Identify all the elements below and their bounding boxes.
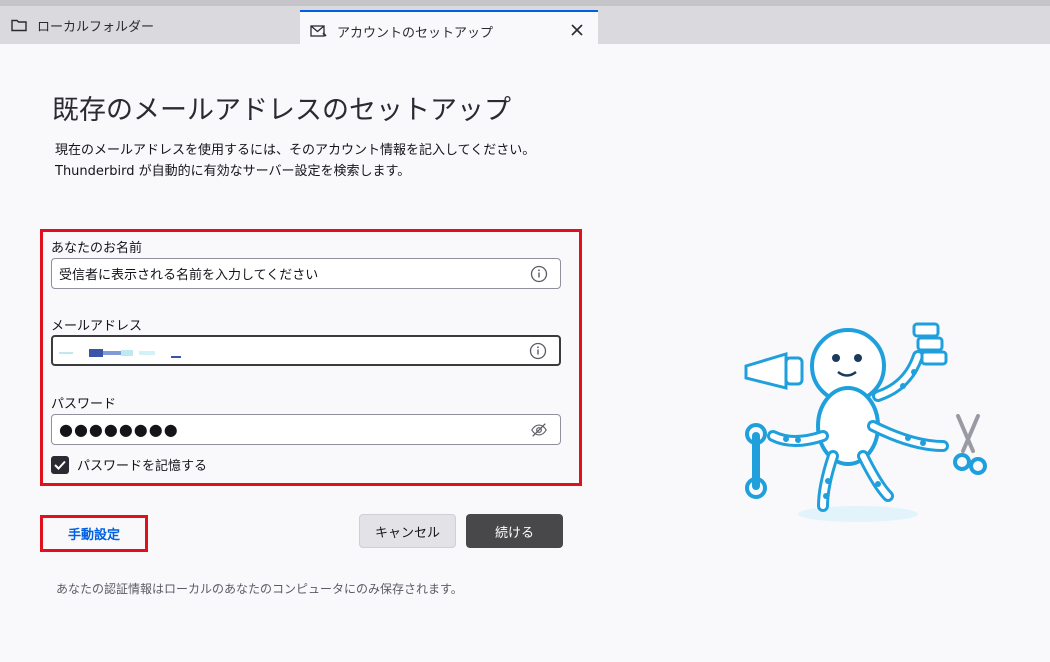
password-input[interactable]: ●●●●●●●●: [51, 414, 561, 445]
mail-setup-icon: [310, 23, 328, 39]
email-input[interactable]: [51, 335, 561, 366]
octopus-mascot-icon: [744, 322, 987, 522]
name-placeholder: 受信者に表示される名前を入力してください: [59, 268, 319, 283]
check-icon: [54, 460, 66, 470]
manual-config-link[interactable]: 手動設定: [68, 524, 120, 543]
redacted-email-icon: [59, 349, 181, 358]
name-label: あなたのお名前: [51, 241, 143, 256]
remember-password-label: パスワードを記憶する: [77, 459, 208, 474]
eye-slash-icon[interactable]: [530, 421, 548, 439]
page-title: 既存のメールアドレスのセットアップ: [52, 95, 511, 126]
email-label: メールアドレス: [51, 319, 143, 334]
remember-password-checkbox[interactable]: [51, 455, 69, 474]
info-icon[interactable]: [529, 342, 547, 360]
tab-account-setup[interactable]: アカウントのセットアップ: [300, 10, 598, 50]
tab-bar: ローカルフォルダー アカウントのセットアップ: [0, 0, 1050, 50]
tab-label: アカウントのセットアップ: [337, 25, 494, 41]
tab-label: ローカルフォルダー: [37, 19, 155, 35]
name-input[interactable]: 受信者に表示される名前を入力してください: [51, 258, 561, 289]
password-label: パスワード: [51, 397, 117, 412]
continue-button[interactable]: 続ける: [466, 514, 563, 548]
footnote: あなたの認証情報はローカルのあなたのコンピュータにのみ保存されます。: [56, 582, 463, 596]
manual-config-highlight: 手動設定: [40, 515, 148, 552]
folder-icon: [10, 17, 28, 33]
remember-password-row[interactable]: パスワードを記憶する: [51, 455, 207, 474]
cancel-button[interactable]: キャンセル: [359, 514, 456, 548]
page-description: 現在のメールアドレスを使用するには、そのアカウント情報を記入してください。 Th…: [55, 140, 535, 182]
description-line: Thunderbird が自動的に有効なサーバー設定を検索します。: [55, 164, 411, 179]
description-line: 現在のメールアドレスを使用するには、そのアカウント情報を記入してください。: [55, 143, 536, 158]
tab-local-folders[interactable]: ローカルフォルダー: [0, 6, 298, 44]
info-icon[interactable]: [530, 265, 548, 283]
password-value: ●●●●●●●●: [59, 420, 179, 439]
close-icon[interactable]: [568, 21, 586, 39]
